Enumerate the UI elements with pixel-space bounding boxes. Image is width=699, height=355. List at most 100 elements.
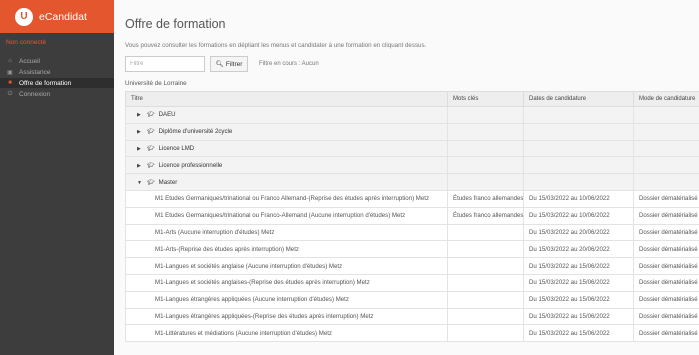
empty-cell (523, 122, 634, 141)
dates-cell: Du 15/03/2022 au 15/06/2022 (523, 290, 634, 309)
formation-row[interactable]: M1-Arts (Aucune interruption d'études) M… (125, 223, 699, 242)
formation-row[interactable]: M1-Langues et sociétés anglaises-(Repris… (125, 273, 699, 292)
formation-row[interactable]: M1-Langues étrangères appliquées (Aucune… (125, 290, 699, 309)
mode-cell: Dossier dématérialisé (633, 307, 699, 326)
column-header-title[interactable]: Titre (125, 91, 448, 107)
sidebar-item-offre-de-formation[interactable]: ■ Offre de formation (0, 78, 114, 88)
sidebar-item-connexion[interactable]: ⏻ Connexion (0, 89, 114, 99)
mode-cell: Dossier dématérialisé (633, 189, 699, 208)
sidebar-item-accueil[interactable]: ⌂ Accueil (0, 56, 114, 66)
caret-right-icon[interactable]: ▶ (137, 112, 147, 118)
group-title-cell[interactable]: ▶ 🎓︎ DAEU (125, 106, 448, 124)
power-icon: ⏻ (7, 90, 13, 97)
page-title: Offre de formation (125, 17, 226, 31)
mode-cell: Dossier dématérialisé (633, 206, 699, 225)
formation-title-cell[interactable]: M1-Langues étrangères appliquées (Aucune… (125, 290, 448, 309)
mode-cell: Dossier dématérialisé (633, 324, 699, 343)
graduation-cap-icon: 🎓︎ (147, 145, 155, 152)
university-label: Université de Lorraine (125, 80, 187, 87)
sidebar-nav: ⌂ Accueil ▣ Assistance ■ Offre de formation ⏻ C… (0, 56, 114, 99)
group-label: Licence LMD (158, 144, 195, 152)
mode-cell: Dossier dématérialisé (633, 223, 699, 242)
group-title-cell[interactable]: ▶ 🎓︎ Licence professionnelle (125, 156, 448, 175)
group-row[interactable]: ▼ 🎓︎ Master (125, 173, 699, 191)
group-label: DAEU (158, 111, 176, 119)
dates-cell: Du 15/03/2022 au 10/06/2022 (523, 189, 634, 208)
sidebar-item-assistance[interactable]: ▣ Assistance (0, 67, 114, 77)
empty-cell (633, 173, 699, 191)
formation-row[interactable]: M1 Etudes Germaniques/trinational ou Fra… (125, 189, 699, 208)
column-header-mode[interactable]: Mode de candidature (633, 91, 699, 107)
caret-right-icon[interactable]: ▶ (137, 129, 147, 135)
search-icon: 🔍︎ (215, 61, 224, 68)
group-row[interactable]: ▶ 🎓︎ Licence LMD (125, 139, 699, 158)
empty-cell (523, 139, 634, 158)
formation-title-cell[interactable]: M1-Langues étrangères appliquées-(Repris… (125, 307, 448, 326)
group-row[interactable]: ▶ 🎓︎ Licence professionnelle (125, 156, 699, 175)
keywords-cell: Études franco allemandes (447, 206, 524, 225)
dates-cell: Du 15/03/2022 au 15/06/2022 (523, 324, 634, 343)
formation-row[interactable]: M1-Littératures et médiations (Aucune in… (125, 324, 699, 343)
formations-table-wrapper[interactable]: Titre Mots clés Dates de candidature Mod… (125, 91, 699, 355)
formation-row[interactable]: M1 Etudes Germaniques/trinational ou Fra… (125, 206, 699, 225)
filter-button[interactable]: 🔍︎ Filtrer (210, 56, 248, 72)
assistance-icon: ▣ (7, 69, 13, 76)
keywords-cell (447, 273, 524, 292)
formation-title-cell[interactable]: M1 Etudes Germaniques/trinational ou Fra… (125, 189, 448, 208)
app-title: eCandidat (39, 10, 87, 23)
mode-cell: Dossier dématérialisé (633, 290, 699, 309)
dates-cell: Du 15/03/2022 au 15/06/2022 (523, 273, 634, 292)
empty-cell (447, 106, 524, 124)
empty-cell (447, 156, 524, 175)
formation-title-cell[interactable]: M1 Etudes Germaniques/trinational ou Fra… (125, 206, 448, 225)
caret-right-icon[interactable]: ▶ (137, 163, 147, 169)
dates-cell: Du 15/03/2022 au 20/06/2022 (523, 223, 634, 242)
graduation-cap-icon: 🎓︎ (147, 162, 155, 169)
empty-cell (447, 173, 524, 191)
keywords-cell (447, 240, 524, 259)
empty-cell (633, 106, 699, 124)
graduation-cap-icon: 🎓︎ (147, 112, 155, 119)
graduation-cap-icon: 🎓︎ (147, 129, 155, 136)
formations-table: Titre Mots clés Dates de candidature Mod… (125, 91, 699, 343)
keywords-cell (447, 324, 524, 343)
keywords-cell: Études franco allemandes (447, 189, 524, 208)
filter-status: Filtre en cours : Aucun (259, 61, 319, 67)
formation-title-cell[interactable]: M1-Langues et sociétés anglaise (Aucune … (125, 257, 448, 275)
dates-cell: Du 15/03/2022 au 15/06/2022 (523, 307, 634, 326)
sidebar-item-label: Assistance (19, 68, 51, 76)
caret-right-icon[interactable]: ▶ (137, 146, 147, 152)
filter-input[interactable] (125, 56, 205, 72)
formation-title-cell[interactable]: M1-Arts-(Reprise des études après interr… (125, 240, 448, 259)
column-header-dates[interactable]: Dates de candidature (523, 91, 634, 107)
empty-cell (523, 156, 634, 175)
keywords-cell (447, 257, 524, 275)
group-title-cell[interactable]: ▼ 🎓︎ Master (125, 173, 448, 191)
group-label: Master (158, 178, 178, 186)
formation-row[interactable]: M1-Arts-(Reprise des études après interr… (125, 240, 699, 259)
group-row[interactable]: ▶ 🎓︎ DAEU (125, 106, 699, 124)
main-content: Offre de formation Vous pouvez consulter… (114, 0, 699, 355)
intro-text: Vous pouvez consulter les formations en … (125, 42, 427, 49)
sidebar-item-label: Connexion (19, 90, 51, 98)
keywords-cell (447, 307, 524, 326)
empty-cell (633, 139, 699, 158)
brand-header[interactable]: U eCandidat (0, 0, 114, 33)
empty-cell (633, 122, 699, 141)
formation-row[interactable]: M1-Langues et sociétés anglaise (Aucune … (125, 257, 699, 275)
group-title-cell[interactable]: ▶ 🎓︎ Diplôme d'université 2cycle (125, 122, 448, 141)
group-label: Licence professionnelle (158, 161, 223, 169)
formation-title-cell[interactable]: M1-Arts (Aucune interruption d'études) M… (125, 223, 448, 242)
formation-row[interactable]: M1-Langues étrangères appliquées-(Repris… (125, 307, 699, 326)
empty-cell (523, 173, 634, 191)
sidebar-item-label: Accueil (19, 57, 40, 65)
column-header-keywords[interactable]: Mots clés (447, 91, 524, 107)
formation-title-cell[interactable]: M1-Littératures et médiations (Aucune in… (125, 324, 448, 343)
formation-title-cell[interactable]: M1-Langues et sociétés anglaises-(Repris… (125, 273, 448, 292)
filter-button-label: Filtrer (225, 60, 243, 68)
dates-cell: Du 15/03/2022 au 20/06/2022 (523, 240, 634, 259)
caret-down-icon[interactable]: ▼ (137, 180, 147, 186)
group-title-cell[interactable]: ▶ 🎓︎ Licence LMD (125, 139, 448, 158)
group-row[interactable]: ▶ 🎓︎ Diplôme d'université 2cycle (125, 122, 699, 141)
flag-icon: ■ (8, 80, 12, 86)
